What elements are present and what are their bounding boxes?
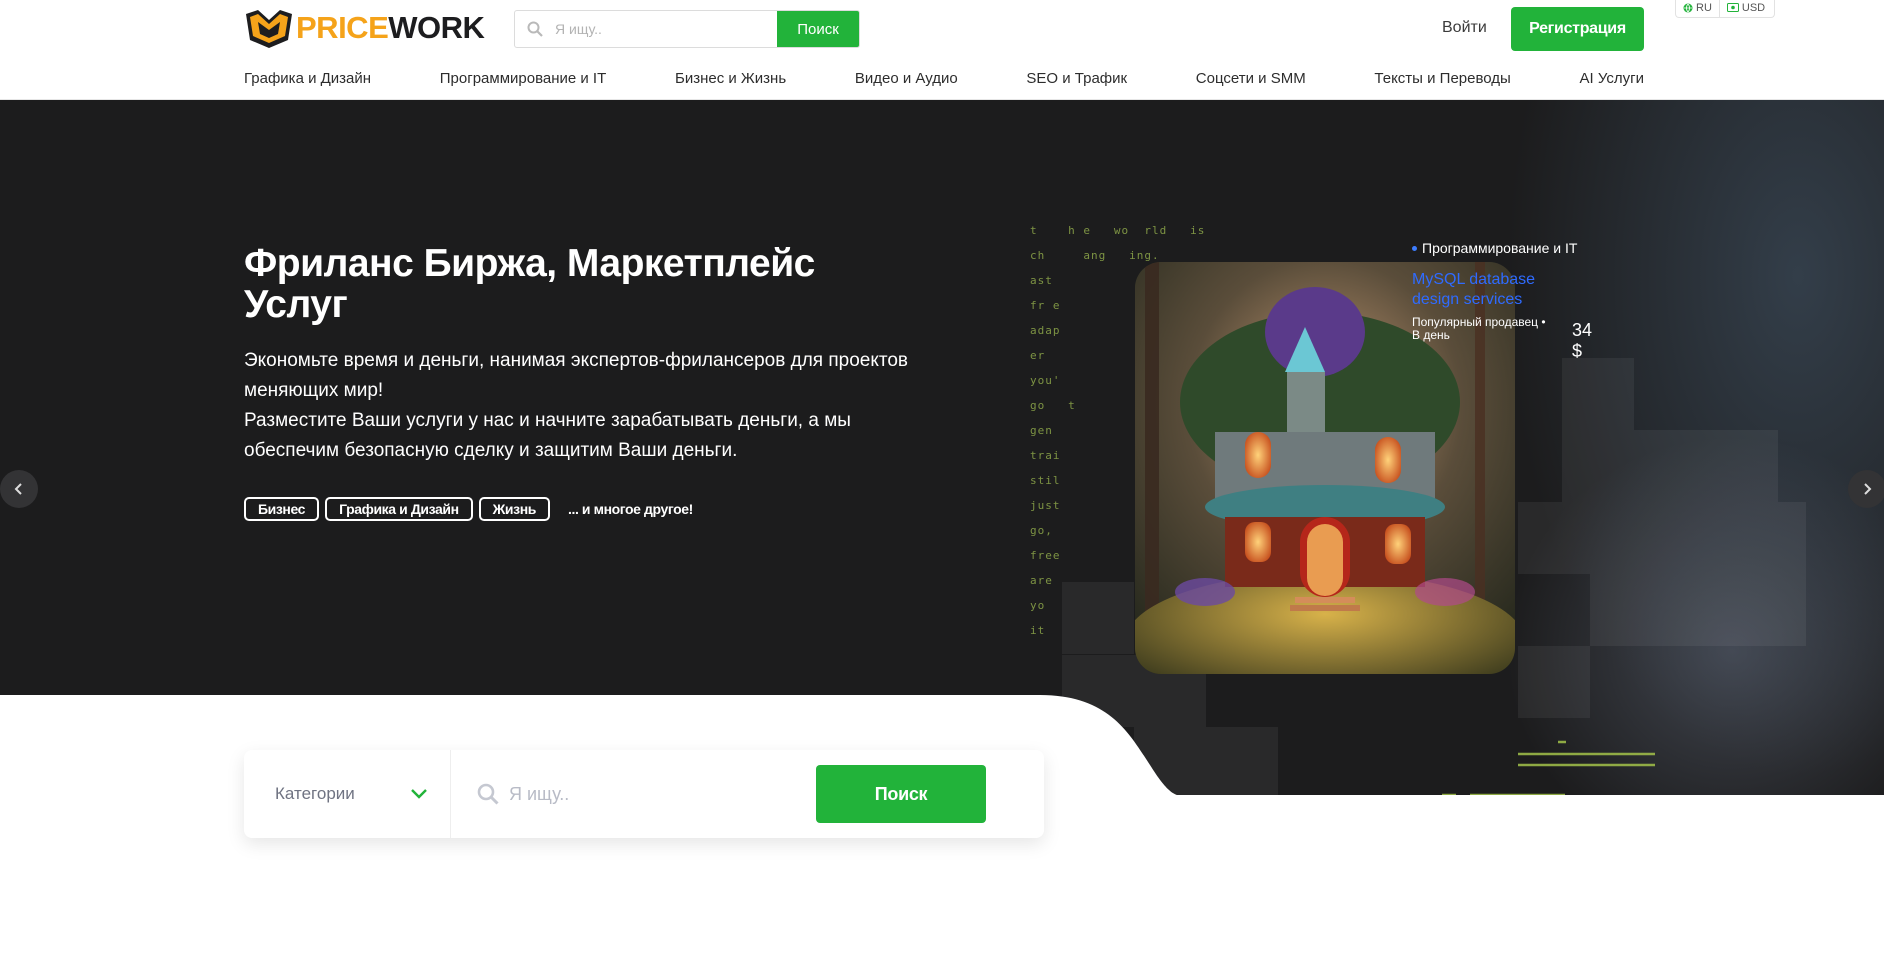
hero-subtitle-line-1: Экономьте время и деньги, нанимая экспер…: [244, 350, 909, 401]
hero-tags: Бизнес Графика и Дизайн Жизнь ... и мног…: [244, 497, 693, 521]
nav-business-life[interactable]: Бизнес и Жизнь: [675, 70, 786, 87]
chevron-right-icon: [1864, 483, 1872, 495]
category-dropdown-label: Категории: [275, 784, 355, 803]
deco-tile: [1562, 358, 1634, 430]
nav-graphics-design[interactable]: Графика и Дизайн: [244, 70, 371, 87]
logo-text: PRICEWORK: [296, 10, 485, 45]
service-title[interactable]: MySQL database design services: [1412, 270, 1582, 310]
slider-next-button[interactable]: [1848, 470, 1884, 508]
category-dot-icon: [1412, 245, 1417, 251]
chevron-down-icon: [411, 789, 427, 799]
deco-tile: [1734, 574, 1806, 646]
deco-tile: [1662, 574, 1734, 646]
logo-icon: [246, 10, 292, 48]
service-category: Программирование и IT: [1412, 240, 1582, 256]
main-search-bar: Категории Поиск: [244, 750, 1044, 838]
globe-icon: [1683, 3, 1693, 12]
site-header: PRICEWORK Поиск Войти Регистрация RU USD…: [0, 0, 1884, 100]
main-search-input[interactable]: [509, 783, 789, 805]
hero-section: t h e wo rld is ch ang ing. ast fr e ada…: [0, 100, 1884, 795]
language-selector[interactable]: RU: [1676, 0, 1719, 17]
tag-graphics-design[interactable]: Графика и Дизайн: [325, 497, 473, 521]
service-category-label: Программирование и IT: [1422, 240, 1578, 256]
language-label: RU: [1696, 1, 1712, 14]
deco-tile: [1590, 574, 1662, 646]
deco-tile: [1734, 502, 1806, 574]
currency-label: USD: [1741, 1, 1766, 14]
nav-video-audio[interactable]: Видео и Аудио: [855, 70, 958, 87]
price-period: В день: [1412, 328, 1450, 342]
header-search: Поиск: [514, 10, 860, 48]
chevron-left-icon: [14, 483, 22, 495]
header-search-input[interactable]: [555, 11, 777, 47]
deco-tile: [1518, 502, 1590, 574]
hero-title: Фриланс Биржа, Маркетплейс Услуг: [244, 242, 815, 326]
service-price: 34 $: [1572, 320, 1593, 361]
nav-social-smm[interactable]: Соцсети и SMM: [1196, 70, 1306, 87]
main-search-button[interactable]: Поиск: [816, 765, 986, 823]
deco-tile: [1706, 430, 1778, 502]
nav-texts-translations[interactable]: Тексты и Переводы: [1374, 70, 1510, 87]
register-button[interactable]: Регистрация: [1511, 7, 1644, 51]
deco-tile: [1590, 502, 1662, 574]
featured-service-info[interactable]: Программирование и IT MySQL database des…: [1412, 240, 1592, 361]
category-dropdown[interactable]: Категории: [244, 750, 451, 838]
deco-tile: [1634, 430, 1706, 502]
login-link[interactable]: Войти: [1442, 19, 1487, 37]
hero-subtitle: Экономьте время и деньги, нанимая экспер…: [244, 346, 944, 466]
locale-switcher: RU USD: [1675, 0, 1775, 18]
logo[interactable]: PRICEWORK: [244, 5, 485, 51]
service-meta: Популярный продавец • В день: [1412, 316, 1582, 342]
currency-icon: [1726, 3, 1739, 12]
deco-tile: [1562, 430, 1634, 502]
nav-seo-traffic[interactable]: SEO и Трафик: [1026, 70, 1127, 87]
search-icon: [515, 11, 555, 47]
tag-business[interactable]: Бизнес: [244, 497, 320, 521]
search-icon: [477, 783, 499, 805]
header-search-button[interactable]: Поиск: [777, 11, 859, 47]
nav-ai-services[interactable]: AI Услуги: [1580, 70, 1644, 87]
slider-prev-button[interactable]: [0, 470, 38, 508]
category-nav: Графика и Дизайн Программирование и IT Б…: [244, 70, 1644, 87]
tag-life[interactable]: Жизнь: [478, 497, 550, 521]
tags-more: ... и многое другое!: [567, 501, 693, 517]
nav-programming-it[interactable]: Программирование и IT: [440, 70, 607, 87]
deco-tile: [1662, 502, 1734, 574]
hero-subtitle-line-2: Разместите Ваши услуги у нас и начните з…: [244, 410, 851, 461]
currency-selector[interactable]: USD: [1718, 0, 1772, 17]
